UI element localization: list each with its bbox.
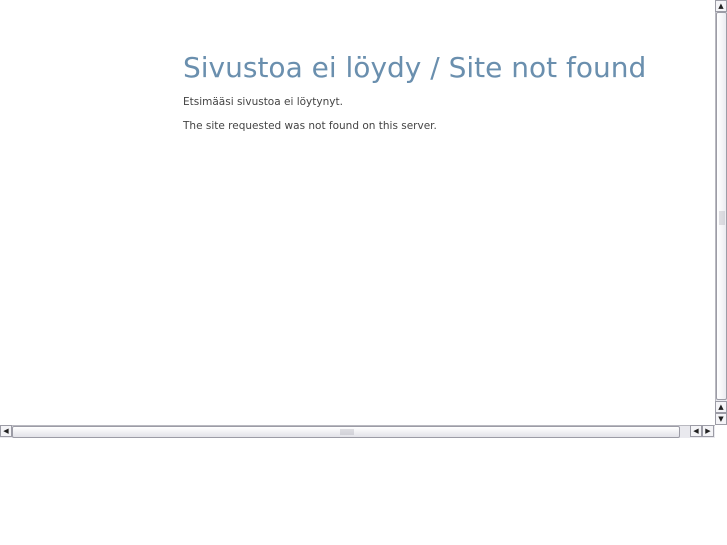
arrow-up-icon: ▲	[718, 1, 724, 10]
horizontal-scroll-thumb[interactable]	[12, 426, 680, 438]
arrow-right-icon: ▶	[705, 426, 711, 435]
empty-area	[0, 438, 727, 545]
scroll-up-button[interactable]: ▲	[715, 0, 727, 12]
arrow-left-icon: ◀	[3, 426, 9, 435]
message-english: The site requested was not found on this…	[183, 120, 437, 132]
error-content: Sivustoa ei löydy / Site not found Etsim…	[183, 50, 703, 132]
scroll-down-button[interactable]: ▼	[715, 413, 727, 425]
scroll-up-button-lower[interactable]: ▲	[715, 401, 727, 413]
grip-icon	[719, 211, 725, 225]
scroll-right-button[interactable]: ▶	[702, 425, 714, 437]
arrow-left-icon: ◀	[693, 426, 699, 435]
message-finnish: Etsimääsi sivustoa ei löytynyt.	[183, 96, 343, 108]
scroll-left-button-right-end[interactable]: ◀	[690, 425, 702, 437]
scrollbar-corner	[715, 425, 727, 438]
arrow-up-icon: ▲	[718, 402, 724, 411]
grip-icon	[340, 429, 354, 435]
page-viewport: Sivustoa ei löydy / Site not found Etsim…	[0, 0, 715, 425]
horizontal-scrollbar[interactable]	[0, 425, 715, 438]
page-title: Sivustoa ei löydy / Site not found	[183, 51, 647, 84]
vertical-scroll-thumb[interactable]	[716, 12, 727, 400]
scroll-left-button[interactable]: ◀	[0, 425, 12, 437]
arrow-down-icon: ▼	[718, 414, 724, 423]
vertical-scrollbar[interactable]	[715, 0, 727, 425]
